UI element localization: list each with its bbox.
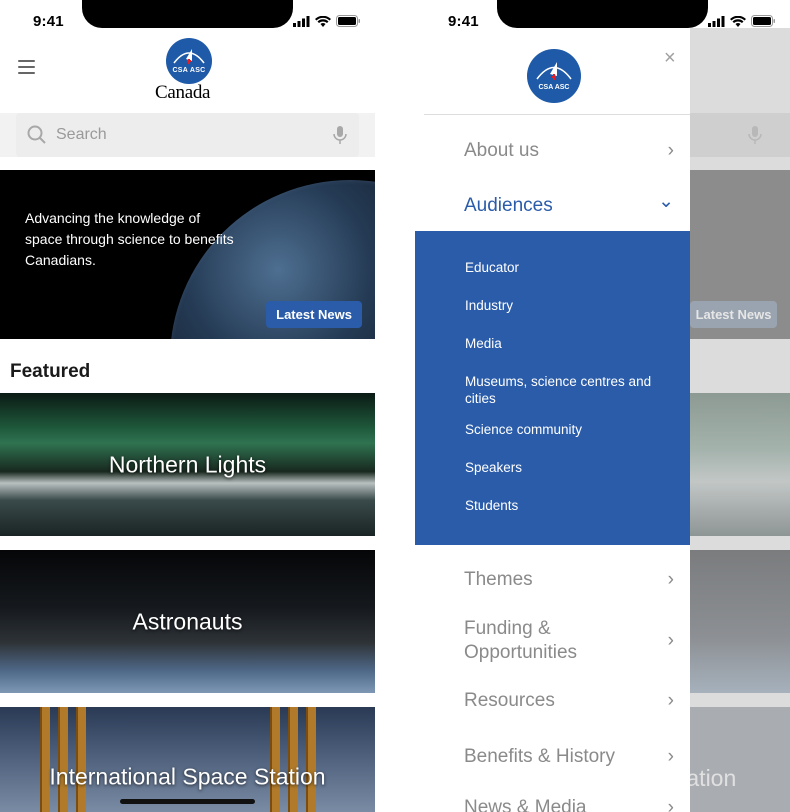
submenu-item-industry[interactable]: Industry	[465, 297, 665, 314]
menu-item-label: About us	[464, 140, 539, 161]
search-input[interactable]: Search	[16, 113, 359, 157]
microphone-icon[interactable]	[333, 125, 347, 145]
menu-item-resources[interactable]: Resources ›	[464, 689, 674, 713]
status-bar: 9:41	[415, 0, 790, 44]
hero-banner: Advancing the knowledge of space through…	[0, 170, 375, 339]
search-icon	[27, 125, 46, 144]
card-label: International Space Station	[49, 763, 326, 790]
menu-item-label: Funding & Opportunities	[464, 618, 578, 663]
menu-item-news-media[interactable]: News & Media ›	[464, 796, 674, 812]
submenu-item-museums[interactable]: Museums, science centres and cities	[465, 373, 665, 407]
microphone-icon	[748, 126, 762, 144]
latest-news-button-dimmed: Latest News	[690, 301, 777, 328]
card-label: Northern Lights	[108, 451, 267, 477]
chevron-right-icon: ›	[667, 797, 674, 812]
csa-logo-text: CSA ASC	[538, 84, 570, 91]
status-icons	[293, 15, 361, 27]
search-placeholder: Search	[56, 126, 107, 143]
rocket-logo-icon	[536, 62, 572, 80]
battery-icon	[751, 15, 775, 27]
menu-item-about-us[interactable]: About us ›	[464, 139, 674, 163]
audiences-submenu: Educator Industry Media Museums, science…	[415, 231, 690, 545]
menu-hamburger-icon[interactable]	[18, 60, 35, 76]
hero-tagline: Advancing the knowledge of space through…	[25, 210, 234, 268]
status-time: 9:41	[33, 13, 64, 30]
menu-item-audiences[interactable]: Audiences ⌄	[464, 191, 674, 218]
chevron-right-icon: ›	[667, 690, 674, 711]
menu-item-funding[interactable]: Funding & Opportunities ›	[464, 617, 674, 665]
csa-canada-logo[interactable]: CSA ASC Canada	[155, 38, 223, 104]
chevron-down-icon: ⌄	[658, 191, 674, 212]
menu-item-label: Themes	[464, 569, 533, 590]
iss-solar-panels	[20, 707, 360, 812]
chevron-right-icon: ›	[667, 140, 674, 161]
menu-item-label: Benefits & History	[464, 746, 615, 767]
divider	[424, 114, 690, 115]
submenu-item-media[interactable]: Media	[465, 335, 665, 352]
csa-badge: CSA ASC	[166, 38, 212, 84]
menu-screen: Latest News tation 9:41 CSA ASC × About …	[415, 0, 790, 812]
canada-wordmark: Canada	[155, 82, 211, 103]
signal-icon	[708, 15, 725, 27]
latest-news-button[interactable]: Latest News	[266, 301, 362, 328]
csa-logo[interactable]: CSA ASC	[527, 49, 581, 103]
menu-item-themes[interactable]: Themes ›	[464, 568, 674, 592]
submenu-item-educator[interactable]: Educator	[465, 259, 665, 276]
home-screen: 9:41 CSA ASC Canada Search Advancing the…	[0, 0, 375, 812]
notch	[497, 0, 708, 28]
status-icons	[708, 15, 776, 27]
featured-card-northern-lights[interactable]: Northern Lights	[0, 393, 375, 536]
featured-card-astronauts[interactable]: Astronauts	[0, 550, 375, 693]
card-label: Astronauts	[132, 608, 243, 634]
close-icon[interactable]: ×	[664, 48, 676, 68]
menu-item-label: Resources	[464, 690, 555, 711]
status-time: 9:41	[448, 13, 479, 30]
submenu-item-science-community[interactable]: Science community	[465, 421, 665, 438]
notch	[82, 0, 293, 28]
menu-item-benefits-history[interactable]: Benefits & History ›	[464, 745, 674, 769]
chevron-right-icon: ›	[667, 630, 674, 651]
chevron-right-icon: ›	[667, 569, 674, 590]
submenu-item-students[interactable]: Students	[465, 497, 665, 514]
signal-icon	[293, 15, 310, 27]
navigation-drawer: CSA ASC × About us › Audiences ⌄ Educato…	[415, 28, 690, 812]
submenu-item-speakers[interactable]: Speakers	[465, 459, 665, 476]
wifi-icon	[730, 15, 746, 27]
menu-item-label: News & Media	[464, 797, 587, 812]
csa-badge-text: CSA ASC	[172, 67, 206, 74]
featured-heading: Featured	[10, 361, 91, 382]
battery-icon	[336, 15, 360, 27]
menu-item-label: Audiences	[464, 195, 553, 216]
home-indicator[interactable]	[120, 799, 255, 804]
chevron-right-icon: ›	[667, 746, 674, 767]
search-band: Search	[0, 113, 375, 157]
featured-card-iss[interactable]: International Space Station	[0, 707, 375, 812]
wifi-icon	[315, 15, 331, 27]
